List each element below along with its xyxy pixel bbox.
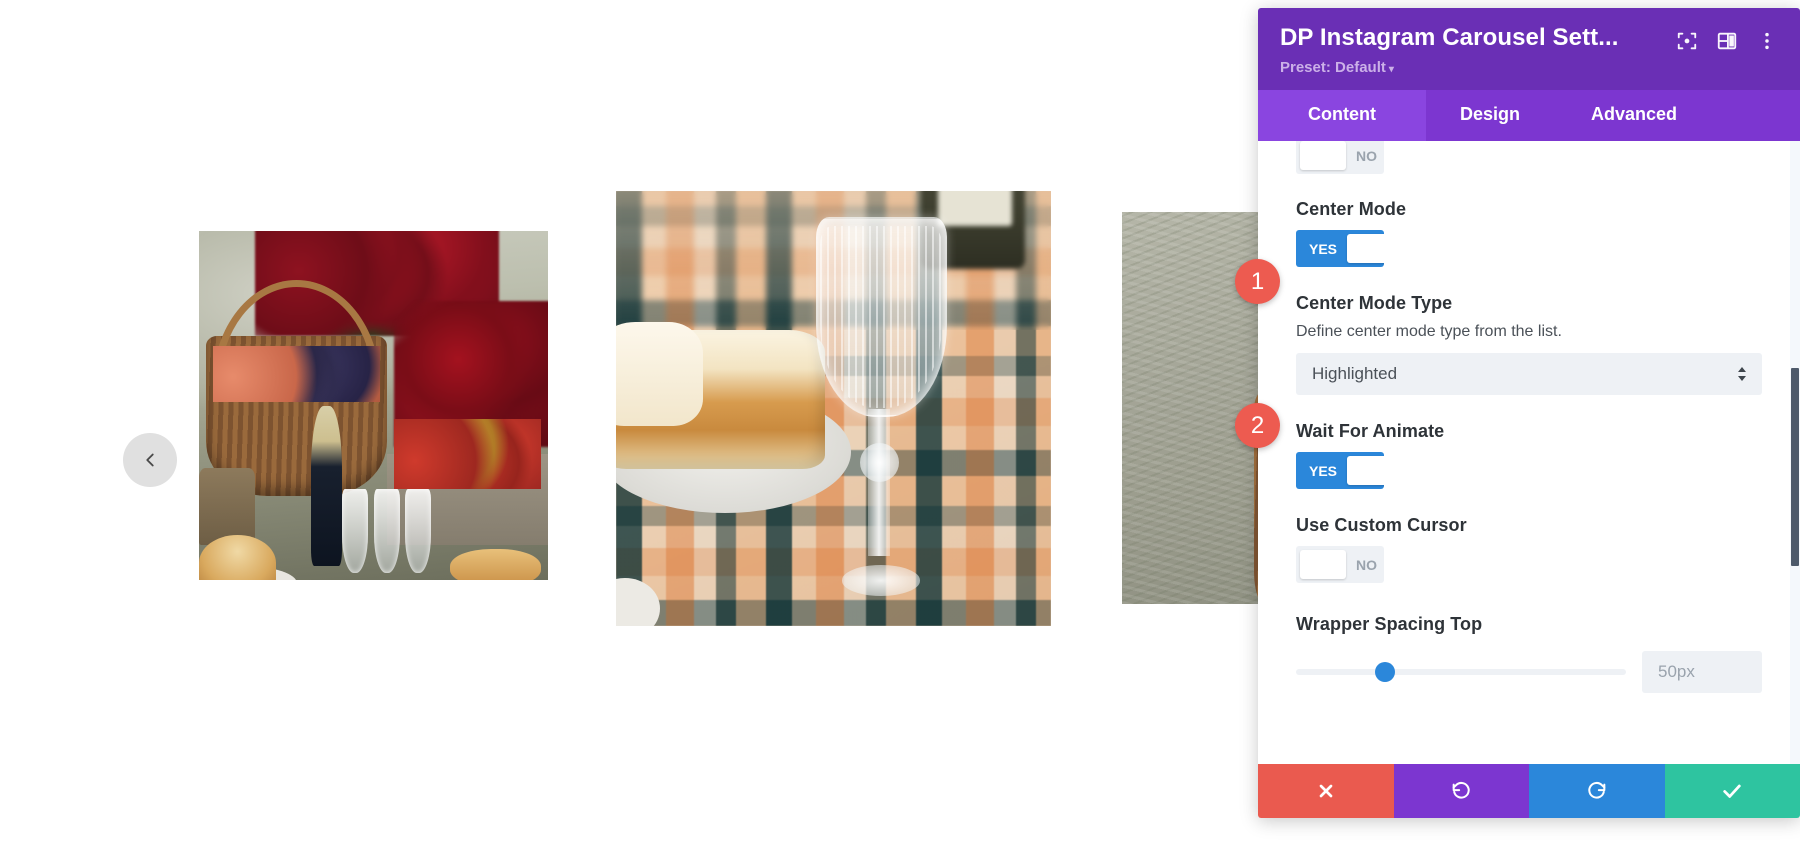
- tab-design[interactable]: Design: [1426, 90, 1554, 141]
- toggle-state-label: NO: [1356, 147, 1377, 164]
- center-mode-type-select[interactable]: Highlighted: [1296, 353, 1762, 395]
- check-icon: [1721, 780, 1743, 802]
- save-button[interactable]: [1664, 764, 1800, 818]
- wait-for-animate-toggle[interactable]: YES: [1296, 452, 1384, 489]
- layout-panel-icon[interactable]: [1716, 30, 1738, 52]
- wrapper-spacing-top-label: Wrapper Spacing Top: [1296, 614, 1483, 634]
- more-options-icon[interactable]: [1756, 30, 1778, 52]
- center-mode-type-help: Define center mode type from the list.: [1296, 323, 1562, 340]
- center-mode-label: Center Mode: [1296, 199, 1407, 219]
- wait-for-animate-label: Wait For Animate: [1296, 421, 1445, 441]
- carousel-slide-left[interactable]: [199, 231, 548, 580]
- panel-tabs: Content Design Advanced: [1258, 90, 1800, 141]
- field-center-mode: Center Mode YES: [1296, 199, 1762, 267]
- wrapper-spacing-top-input[interactable]: 50px: [1642, 651, 1762, 693]
- use-custom-cursor-label: Use Custom Cursor: [1296, 515, 1467, 535]
- panel-title: DP Instagram Carousel Sett...: [1280, 24, 1619, 51]
- carousel-prev-button[interactable]: [123, 433, 177, 487]
- panel-body: NO Center Mode YES Center Mode Type Defi…: [1258, 141, 1800, 764]
- toggle-knob: [1347, 234, 1384, 263]
- screen-root: 1 2 DP Instagram Carousel Sett... Preset…: [0, 0, 1800, 852]
- cancel-button[interactable]: [1258, 764, 1394, 818]
- slide-left-image: [199, 231, 548, 580]
- panel-scrollbar-thumb[interactable]: [1791, 368, 1799, 566]
- focus-target-icon[interactable]: [1676, 30, 1698, 52]
- center-mode-type-label: Center Mode Type: [1296, 293, 1453, 313]
- toggle-knob: [1347, 456, 1384, 485]
- tab-advanced[interactable]: Advanced: [1554, 90, 1714, 141]
- toggle-state-label: YES: [1309, 462, 1338, 479]
- panel-header-icons: [1676, 30, 1778, 52]
- slider-thumb[interactable]: [1375, 662, 1396, 682]
- use-custom-cursor-toggle[interactable]: NO: [1296, 546, 1384, 583]
- undo-icon: [1450, 780, 1472, 802]
- field-wait-for-animate: Wait For Animate YES: [1296, 421, 1762, 489]
- toggle-state-label: YES: [1309, 240, 1338, 257]
- toggle-knob: [1300, 141, 1346, 170]
- module-settings-panel: DP Instagram Carousel Sett... Preset: De…: [1258, 8, 1800, 818]
- close-icon: [1316, 781, 1336, 801]
- chevron-down-icon: ▾: [1388, 64, 1394, 75]
- panel-scrollbar-track[interactable]: [1790, 141, 1800, 764]
- wrapper-spacing-top-row: 50px: [1296, 651, 1762, 693]
- chevron-left-icon: [139, 449, 161, 471]
- center-mode-toggle[interactable]: YES: [1296, 230, 1384, 267]
- annotation-badge-2: 2: [1235, 403, 1280, 448]
- wrapper-spacing-top-slider[interactable]: [1296, 662, 1626, 682]
- panel-header: DP Instagram Carousel Sett... Preset: De…: [1258, 8, 1800, 90]
- carousel-slide-center-active[interactable]: [616, 191, 1051, 626]
- clipped-toggle[interactable]: NO: [1296, 141, 1384, 174]
- field-center-mode-type: Center Mode Type Define center mode type…: [1296, 293, 1762, 395]
- slide-center-image: [616, 191, 1051, 626]
- toggle-state-label: NO: [1356, 556, 1377, 573]
- field-use-custom-cursor: Use Custom Cursor NO: [1296, 515, 1762, 584]
- preset-label: Preset: Default: [1280, 59, 1386, 76]
- undo-button[interactable]: [1393, 764, 1529, 818]
- redo-icon: [1586, 780, 1608, 802]
- redo-button[interactable]: [1529, 764, 1665, 818]
- toggle-knob: [1300, 550, 1346, 579]
- field-wrapper-spacing-top: Wrapper Spacing Top 50px: [1296, 614, 1762, 693]
- select-updown-icon: [1736, 366, 1748, 382]
- panel-footer: [1258, 764, 1800, 818]
- preset-selector[interactable]: Preset: Default ▾: [1280, 59, 1664, 76]
- tab-content[interactable]: Content: [1258, 90, 1426, 141]
- center-mode-type-value: Highlighted: [1312, 364, 1398, 383]
- field-clipped-toggle: NO: [1296, 141, 1762, 175]
- annotation-badge-1: 1: [1235, 259, 1280, 304]
- panel-header-text: DP Instagram Carousel Sett... Preset: De…: [1280, 24, 1664, 76]
